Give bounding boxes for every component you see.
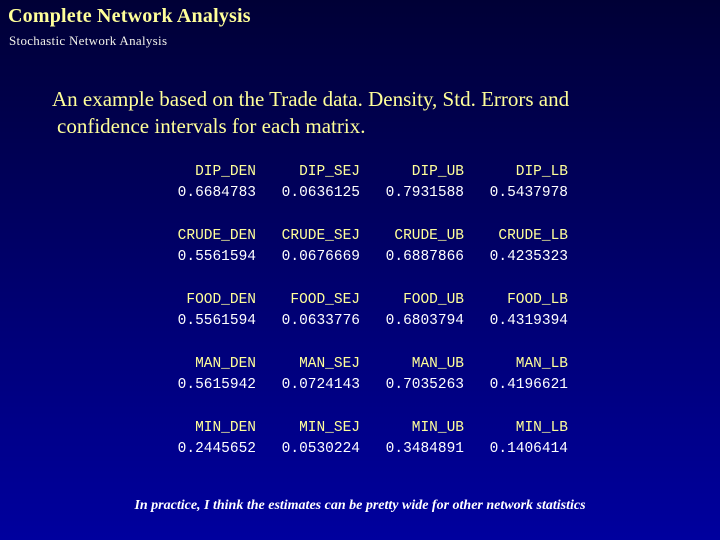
- matrix-block: MAN_DEN MAN_SEJ MAN_UB MAN_LB 0.5615942 0.072…: [152, 354, 568, 396]
- table-row: 0.5561594 0.0676669 0.6887866 0.4235323: [152, 247, 568, 268]
- lead-paragraph-line-1: An example based on the Trade data. Dens…: [52, 87, 570, 111]
- column-header: CRUDE_UB: [394, 228, 464, 244]
- table-row: 0.6684783 0.0636125 0.7931588 0.5437978: [152, 183, 568, 204]
- matrix-block: FOOD_DEN FOOD_SEJ FOOD_UB FOOD_LB 0.5561594 0…: [152, 290, 568, 332]
- table-cell-value: 0.4319394: [489, 313, 568, 329]
- matrix-block: DIP_DEN DIP_SEJ DIP_UB DIP_LB 0.6684783 0.063…: [152, 162, 568, 204]
- table-row: 0.5615942 0.0724143 0.7035263 0.4196621: [152, 375, 568, 396]
- column-header: MAN_LB: [515, 356, 568, 372]
- table-header-row: MIN_DEN MIN_SEJ MIN_UB MIN_LB: [152, 418, 568, 439]
- table-cell-value: 0.5561594: [177, 249, 256, 265]
- column-header: FOOD_SEJ: [290, 292, 360, 308]
- column-header: FOOD_DEN: [186, 292, 256, 308]
- column-header: MIN_UB: [411, 420, 464, 436]
- column-header: CRUDE_LB: [498, 228, 568, 244]
- column-header: DIP_LB: [515, 164, 568, 180]
- matrix-block: CRUDE_DEN CRUDE_SEJ CRUDE_UB CRUDE_LB 0.5561…: [152, 226, 568, 268]
- table-cell-value: 0.0636125: [281, 185, 360, 201]
- table-cell-value: 0.2445652: [177, 441, 256, 457]
- column-header: DIP_UB: [411, 164, 464, 180]
- table-cell-value: 0.7931588: [385, 185, 464, 201]
- table-cell-value: 0.5615942: [177, 377, 256, 393]
- table-cell-value: 0.4196621: [489, 377, 568, 393]
- column-header: CRUDE_DEN: [177, 228, 256, 244]
- table-row: 0.2445652 0.0530224 0.3484891 0.1406414: [152, 439, 568, 460]
- slide-canvas: Complete Network Analysis Stochastic Net…: [0, 0, 720, 540]
- footer-note: In practice, I think the estimates can b…: [134, 498, 586, 513]
- matrix-block: MIN_DEN MIN_SEJ MIN_UB MIN_LB 0.2445652 0.053…: [152, 418, 568, 460]
- table-header-row: CRUDE_DEN CRUDE_SEJ CRUDE_UB CRUDE_LB: [152, 226, 568, 247]
- table-cell-value: 0.4235323: [489, 249, 568, 265]
- column-header: FOOD_LB: [507, 292, 568, 308]
- table-cell-value: 0.0724143: [281, 377, 360, 393]
- table-cell-value: 0.7035263: [385, 377, 464, 393]
- table-cell-value: 0.0530224: [281, 441, 360, 457]
- column-header: DIP_SEJ: [299, 164, 360, 180]
- table-cell-value: 0.0676669: [281, 249, 360, 265]
- table-cell-value: 0.5561594: [177, 313, 256, 329]
- table-cell-value: 0.6803794: [385, 313, 464, 329]
- page-subtitle: Stochastic Network Analysis: [9, 33, 168, 48]
- table-cell-value: 0.1406414: [489, 441, 568, 457]
- column-header: FOOD_UB: [403, 292, 464, 308]
- column-header: MAN_DEN: [195, 356, 256, 372]
- table-header-row: FOOD_DEN FOOD_SEJ FOOD_UB FOOD_LB: [152, 290, 568, 311]
- table-cell-value: 0.3484891: [385, 441, 464, 457]
- table-cell-value: 0.6684783: [177, 185, 256, 201]
- column-header: CRUDE_SEJ: [281, 228, 360, 244]
- table-cell-value: 0.5437978: [489, 185, 568, 201]
- lead-paragraph-line-2: confidence intervals for each matrix.: [57, 114, 366, 138]
- page-title: Complete Network Analysis: [8, 5, 251, 27]
- column-header: MAN_SEJ: [299, 356, 360, 372]
- table-row: 0.5561594 0.0633776 0.6803794 0.4319394: [152, 311, 568, 332]
- table-cell-value: 0.6887866: [385, 249, 464, 265]
- column-header: MIN_LB: [515, 420, 568, 436]
- column-header: DIP_DEN: [195, 164, 256, 180]
- column-header: MIN_SEJ: [299, 420, 360, 436]
- statistics-table: DIP_DEN DIP_SEJ DIP_UB DIP_LB 0.6684783 0.063…: [152, 162, 568, 460]
- table-header-row: DIP_DEN DIP_SEJ DIP_UB DIP_LB: [152, 162, 568, 183]
- lead-paragraph: An example based on the Trade data. Dens…: [52, 86, 680, 140]
- column-header: MAN_UB: [411, 356, 464, 372]
- column-header: MIN_DEN: [195, 420, 256, 436]
- table-header-row: MAN_DEN MAN_SEJ MAN_UB MAN_LB: [152, 354, 568, 375]
- table-cell-value: 0.0633776: [281, 313, 360, 329]
